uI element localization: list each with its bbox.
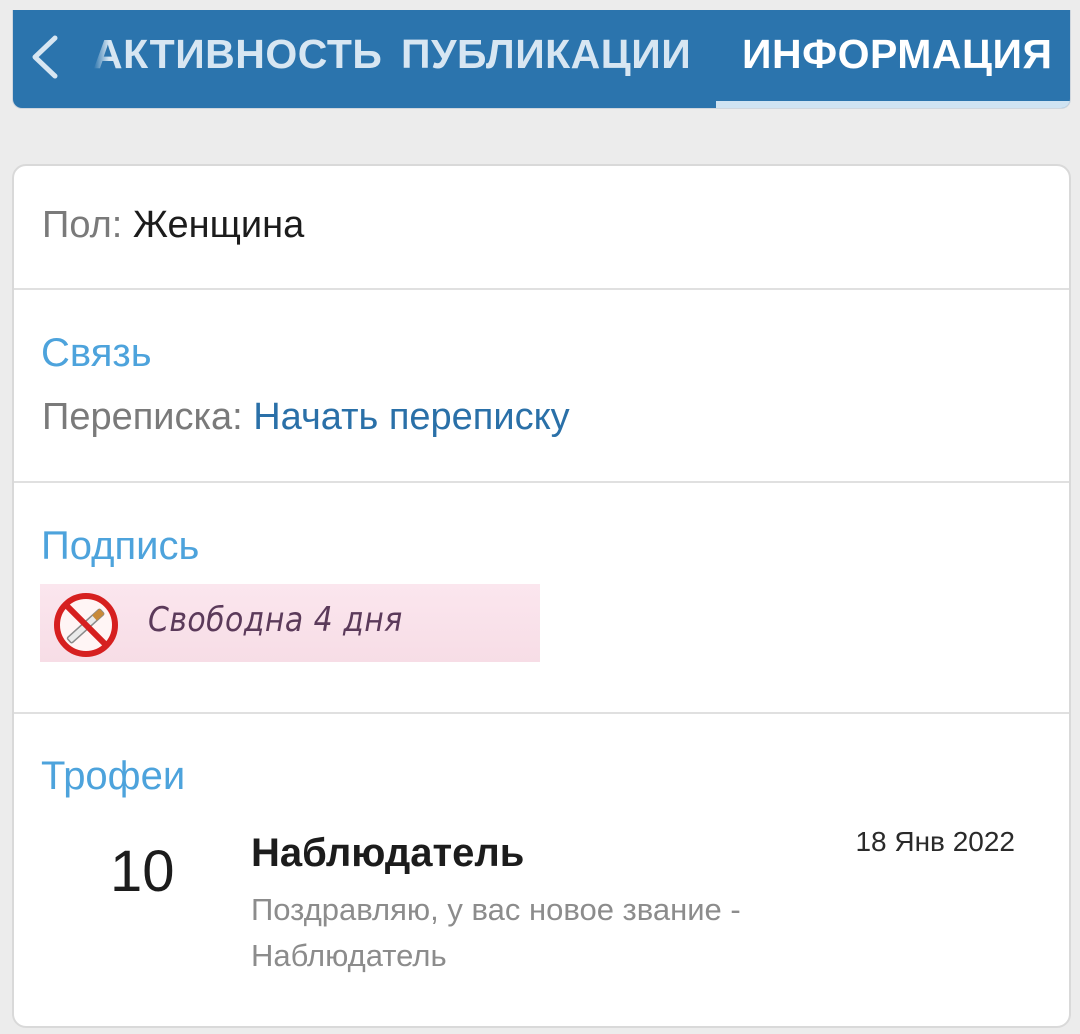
- back-button[interactable]: [27, 34, 67, 80]
- gender-row: Пол: Женщина: [42, 204, 304, 247]
- tab-information-label: ИНФОРМАЦИЯ: [742, 31, 1053, 77]
- signature-banner: Свободна 4 дня: [40, 584, 540, 662]
- signature-section: Подпись Свободна 4 дня: [14, 483, 1069, 714]
- gender-section: Пол: Женщина: [14, 166, 1069, 290]
- contact-heading: Связь: [41, 331, 152, 375]
- chevron-left-icon: [32, 35, 58, 79]
- tab-activity[interactable]: АКТИВНОСТЬ: [87, 10, 387, 108]
- messaging-label: Переписка:: [42, 396, 243, 438]
- profile-info-card: Пол: Женщина Связь Переписка: Начать пер…: [12, 164, 1071, 1028]
- trophy-title: Наблюдатель: [251, 831, 525, 875]
- trophy-points: 10: [110, 839, 175, 904]
- tab-fade: [87, 10, 109, 108]
- signature-heading: Подпись: [41, 524, 200, 568]
- profile-tab-bar: АКТИВНОСТЬ ПУБЛИКАЦИИ ИНФОРМАЦИЯ: [12, 10, 1071, 109]
- trophies-heading: Трофеи: [41, 754, 186, 798]
- tab-information[interactable]: ИНФОРМАЦИЯ: [716, 10, 1070, 108]
- signature-text: Свободна 4 дня: [148, 600, 403, 640]
- tab-activity-label: АКТИВНОСТЬ: [93, 31, 383, 77]
- gender-label: Пол:: [42, 204, 123, 246]
- trophy-date: 18 Янв 2022: [855, 826, 1015, 857]
- trophy-description: Поздравляю, у вас новое звание - Наблюда…: [251, 892, 741, 973]
- trophies-section: Трофеи 10 Наблюдатель 18 Янв 2022 Поздра…: [14, 714, 1069, 1026]
- tab-publications[interactable]: ПУБЛИКАЦИИ: [401, 10, 692, 108]
- active-tab-indicator: [716, 101, 1070, 108]
- no-smoking-icon: [54, 593, 118, 657]
- start-conversation-link[interactable]: Начать переписку: [253, 396, 569, 438]
- gender-value: Женщина: [132, 204, 305, 246]
- contact-section: Связь Переписка: Начать переписку: [14, 290, 1069, 483]
- tab-publications-label: ПУБЛИКАЦИИ: [401, 31, 692, 77]
- messaging-row: Переписка: Начать переписку: [42, 396, 570, 439]
